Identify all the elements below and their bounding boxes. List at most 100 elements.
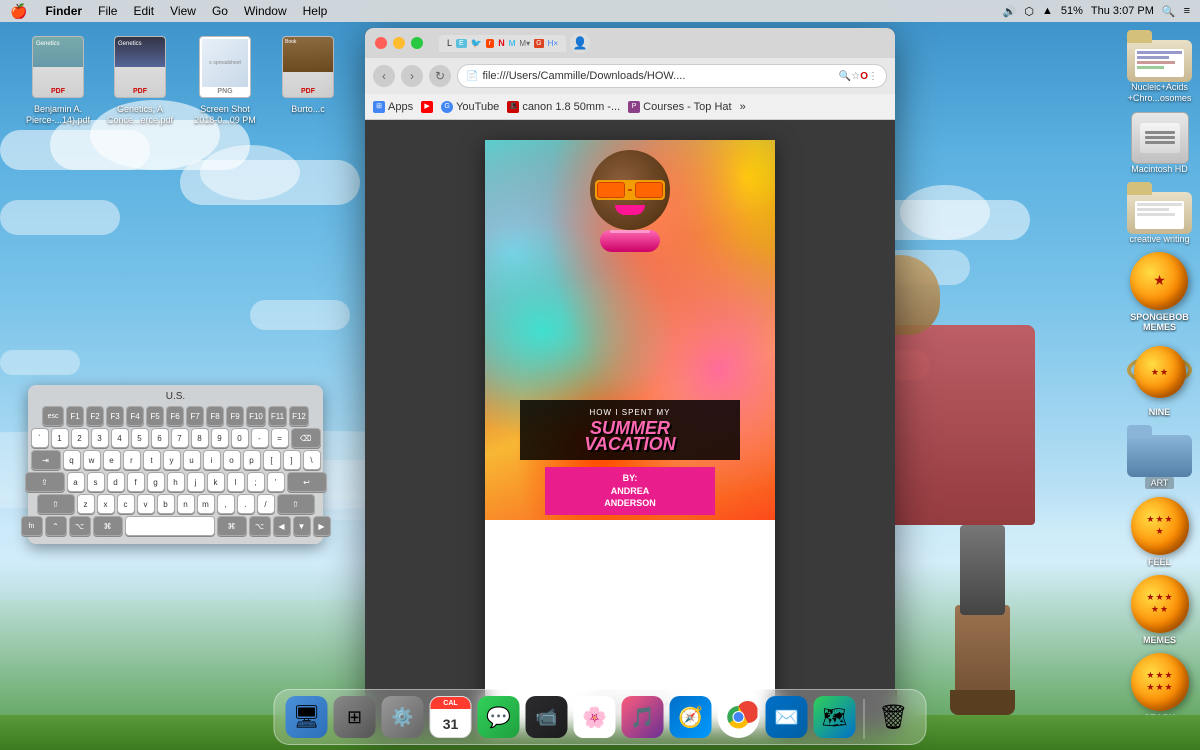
apple-menu[interactable]: 🍎	[0, 3, 37, 20]
key-capslock[interactable]: ⇪	[25, 472, 65, 492]
window-maximize-button[interactable]	[411, 37, 423, 49]
key-backslash[interactable]: \	[303, 450, 321, 470]
desktop-icon-spongebob[interactable]: ★ SPONGEBOBMEMES	[1130, 252, 1189, 332]
forward-button[interactable]: ›	[401, 65, 423, 87]
key-l[interactable]: l	[227, 472, 245, 492]
bookmark-peow[interactable]: P Courses - Top Hat	[628, 101, 731, 113]
desktop-icon-pdf1[interactable]: Genetics PDF Benjamin A.Pierce-...14).pd…	[18, 32, 98, 126]
key-h[interactable]: h	[167, 472, 185, 492]
dock-system-prefs[interactable]: ⚙️	[381, 695, 425, 739]
key-r[interactable]: r	[123, 450, 141, 470]
key-p[interactable]: p	[243, 450, 261, 470]
window-minimize-button[interactable]	[393, 37, 405, 49]
dock-itunes[interactable]: 🎵	[621, 695, 665, 739]
key-g[interactable]: g	[147, 472, 165, 492]
dock-photos[interactable]: 🌸	[573, 695, 617, 739]
key-comma[interactable]: ,	[217, 494, 235, 514]
key-f11[interactable]: F11	[268, 406, 287, 426]
desktop-icon-pdf2[interactable]: Genetics PDF Genetics; AConce...erce.pdf	[100, 32, 180, 126]
key-v[interactable]: v	[137, 494, 155, 514]
key-q[interactable]: q	[63, 450, 81, 470]
key-rshift[interactable]: ⇧	[277, 494, 315, 514]
key-f9[interactable]: F9	[226, 406, 244, 426]
desktop-icon-art[interactable]: ART	[1127, 425, 1192, 489]
key-c[interactable]: c	[117, 494, 135, 514]
key-t[interactable]: t	[143, 450, 161, 470]
bookmark-canon[interactable]: G YouTube	[441, 101, 499, 113]
bookmark-star[interactable]: ☆	[851, 71, 860, 82]
reload-button[interactable]: ↻	[429, 65, 451, 87]
dock-mail[interactable]: ✉️	[765, 695, 809, 739]
bookmark-courses[interactable]: 🎩 canon 1.8 50mm -...	[507, 101, 620, 113]
key-k[interactable]: k	[207, 472, 225, 492]
key-8[interactable]: 8	[191, 428, 209, 448]
key-lshift[interactable]: ⇧	[37, 494, 75, 514]
key-s[interactable]: s	[87, 472, 105, 492]
desktop-icon-macintosh-hd[interactable]: Macintosh HD	[1131, 112, 1189, 174]
desktop-icon-memes[interactable]: ★ ★ ★ ★ ★ MEMES	[1131, 575, 1189, 645]
key-o[interactable]: o	[223, 450, 241, 470]
key-f7[interactable]: F7	[186, 406, 204, 426]
key-z[interactable]: z	[77, 494, 95, 514]
dock-maps[interactable]: 🗺	[813, 695, 857, 739]
key-quote[interactable]: '	[267, 472, 285, 492]
key-f1[interactable]: F1	[66, 406, 84, 426]
desktop-icon-nucleic[interactable]: Nucleic+Acids+Chro...osomes	[1127, 30, 1192, 104]
key-f5[interactable]: F5	[146, 406, 164, 426]
key-slash[interactable]: /	[257, 494, 275, 514]
browser-tab[interactable]: L E 🐦 r N M M▾ G H×	[439, 35, 566, 52]
menu-edit[interactable]: Edit	[125, 4, 162, 18]
dock-messages[interactable]: 💬	[477, 695, 521, 739]
url-bar[interactable]: 📄 file:///Users/Cammille/Downloads/HOW..…	[457, 64, 887, 88]
bookmark-apps[interactable]: ⊞ Apps	[373, 101, 413, 113]
key-f8[interactable]: F8	[206, 406, 224, 426]
key-f3[interactable]: F3	[106, 406, 124, 426]
key-7[interactable]: 7	[171, 428, 189, 448]
spotlight-icon[interactable]: 🔍	[1162, 5, 1176, 18]
key-rbracket[interactable]: ]	[283, 450, 301, 470]
key-equals[interactable]: =	[271, 428, 289, 448]
key-right[interactable]: ▶	[313, 516, 331, 536]
key-a[interactable]: a	[67, 472, 85, 492]
key-f12[interactable]: F12	[289, 406, 309, 426]
key-3[interactable]: 3	[91, 428, 109, 448]
dock-launchpad[interactable]: ⊞	[333, 695, 377, 739]
key-lalt[interactable]: ⌥	[69, 516, 91, 536]
key-f[interactable]: f	[127, 472, 145, 492]
key-4[interactable]: 4	[111, 428, 129, 448]
key-d[interactable]: d	[107, 472, 125, 492]
profile-button[interactable]: 👤	[570, 33, 590, 53]
key-w[interactable]: w	[83, 450, 101, 470]
key-b[interactable]: b	[157, 494, 175, 514]
key-lbracket[interactable]: [	[263, 450, 281, 470]
key-i[interactable]: i	[203, 450, 221, 470]
key-return[interactable]: ↩	[287, 472, 327, 492]
key-space[interactable]	[125, 516, 215, 536]
desktop-icon-creative[interactable]: creative writing	[1127, 182, 1192, 244]
dock-safari[interactable]: 🧭	[669, 695, 713, 739]
key-x[interactable]: x	[97, 494, 115, 514]
key-rcmd[interactable]: ⌘	[217, 516, 247, 536]
dock-trash[interactable]: 🗑	[872, 695, 916, 739]
desktop-icon-pdf3[interactable]: Book PDF Burto...c	[268, 32, 348, 115]
key-delete[interactable]: ⌫	[291, 428, 321, 448]
audio-icon[interactable]: 🔊	[1003, 5, 1017, 18]
control-center-icon[interactable]: ≡	[1184, 5, 1190, 17]
back-button[interactable]: ‹	[373, 65, 395, 87]
key-f10[interactable]: F10	[246, 406, 266, 426]
key-esc[interactable]: esc	[42, 406, 64, 426]
key-e[interactable]: e	[103, 450, 121, 470]
key-0[interactable]: 0	[231, 428, 249, 448]
key-minus[interactable]: -	[251, 428, 269, 448]
key-down[interactable]: ▼	[293, 516, 311, 536]
key-u[interactable]: u	[183, 450, 201, 470]
opera-icon[interactable]: O	[860, 71, 868, 82]
menu-help[interactable]: Help	[295, 4, 336, 18]
bookmark-more[interactable]: »	[740, 101, 746, 113]
key-tab[interactable]: ⇥	[31, 450, 61, 470]
key-f4[interactable]: F4	[126, 406, 144, 426]
desktop-icon-nine[interactable]: ★ ★ NINE	[1127, 340, 1192, 417]
dock-facetime[interactable]: 📹	[525, 695, 569, 739]
key-y[interactable]: y	[163, 450, 181, 470]
dock-finder[interactable]: 🖥	[285, 695, 329, 739]
